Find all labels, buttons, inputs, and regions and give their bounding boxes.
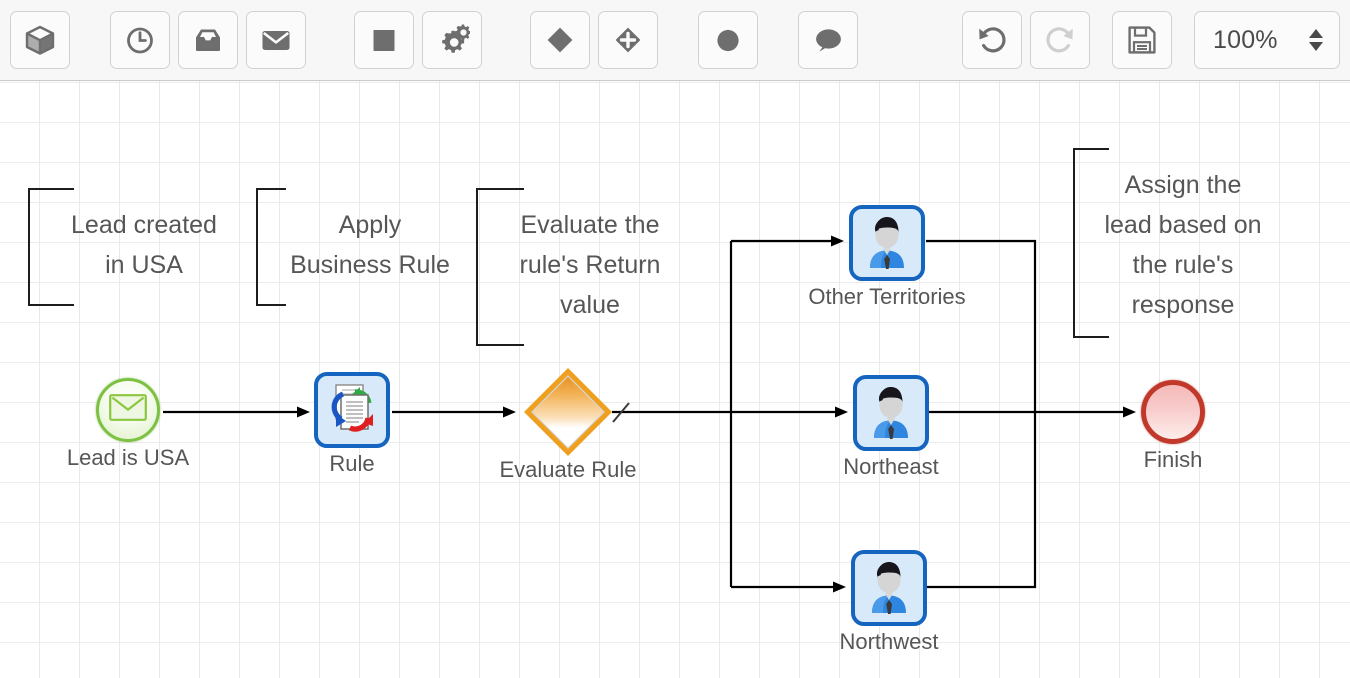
undo-button[interactable]: [962, 11, 1022, 69]
gateway-button[interactable]: [530, 11, 590, 69]
diamond-icon: [543, 23, 577, 57]
annotation-text: Lead created in USA: [71, 211, 217, 279]
node-label: Other Territories: [808, 284, 966, 309]
terminate-button[interactable]: [354, 11, 414, 69]
triangle-up-icon[interactable]: [1309, 29, 1323, 38]
inbox-icon: [191, 23, 225, 57]
diamond-plus-icon: [611, 23, 645, 57]
node-task-northeast[interactable]: Northeast: [794, 375, 988, 480]
person-icon: [861, 381, 921, 446]
envelope-icon: [259, 23, 293, 57]
annotation-text: Apply Business Rule: [290, 211, 450, 279]
annotation-button[interactable]: [798, 11, 858, 69]
node-label: Evaluate Rule: [499, 457, 637, 482]
undo-icon: [975, 23, 1009, 57]
save-button[interactable]: [1112, 11, 1172, 69]
toolbar-group-shapes: [10, 11, 70, 69]
toolbar-group-save: [1112, 11, 1172, 69]
envelope-icon: [109, 394, 147, 426]
toolbar-group-tasks: [354, 11, 482, 69]
user-task-shape[interactable]: [849, 205, 925, 281]
gears-icon: [434, 23, 470, 57]
zoom-control[interactable]: 100%: [1194, 11, 1340, 69]
circle-icon: [711, 23, 745, 57]
toolbar-group-end: [698, 11, 758, 69]
person-icon: [857, 211, 917, 276]
node-task-northwest[interactable]: Northwest: [792, 550, 986, 655]
speech-bubble-icon: [811, 23, 845, 57]
annotation-evaluate-return-value[interactable]: Evaluate the rule's Return value: [476, 188, 674, 346]
message-start-event-shape[interactable]: [96, 378, 160, 442]
triangle-down-icon[interactable]: [1309, 42, 1323, 51]
node-end-finish[interactable]: Finish: [1109, 380, 1237, 473]
zoom-stepper[interactable]: [1309, 29, 1323, 51]
annotation-lead-created[interactable]: Lead created in USA: [28, 188, 234, 306]
annotation-apply-business-rule[interactable]: Apply Business Rule: [256, 188, 456, 306]
diagram-canvas[interactable]: Lead created in USA Apply Business Rule …: [0, 81, 1350, 678]
square-icon: [367, 23, 401, 57]
person-icon: [859, 556, 919, 621]
node-label: Lead is USA: [66, 445, 190, 470]
redo-button[interactable]: [1030, 11, 1090, 69]
node-label: Finish: [1143, 447, 1203, 472]
timer-event-button[interactable]: [110, 11, 170, 69]
documents-sync-icon: [322, 378, 382, 443]
clock-icon: [123, 23, 157, 57]
redo-icon: [1043, 23, 1077, 57]
zoom-level-value: 100%: [1213, 25, 1278, 54]
toolbar: 100%: [0, 0, 1350, 81]
node-label: Northwest: [839, 629, 939, 654]
node-label: Rule: [329, 451, 375, 476]
node-task-rule[interactable]: Rule: [276, 372, 428, 477]
floppy-disk-icon: [1126, 24, 1158, 56]
node-gateway-evaluate-rule[interactable]: Evaluate Rule: [476, 366, 660, 483]
annotation-text: Assign the lead based on the rule's resp…: [1104, 171, 1262, 319]
diagram-editor: 100% Lead created in USA Apply Business …: [0, 0, 1350, 678]
receive-task-button[interactable]: [178, 11, 238, 69]
toolbar-group-events: [110, 11, 306, 69]
end-event-shape[interactable]: [1141, 380, 1205, 444]
parallel-gateway-button[interactable]: [598, 11, 658, 69]
business-rule-button[interactable]: [422, 11, 482, 69]
node-task-other-territories[interactable]: Other Territories: [790, 205, 984, 310]
annotation-text: Evaluate the rule's Return value: [519, 211, 661, 319]
annotation-assign-lead[interactable]: Assign the lead based on the rule's resp…: [1073, 148, 1281, 338]
node-start-lead-is-usa[interactable]: Lead is USA: [64, 378, 192, 471]
end-event-button[interactable]: [698, 11, 758, 69]
toolbar-group-history: [962, 11, 1090, 69]
node-label: Northeast: [843, 454, 939, 479]
user-task-shape[interactable]: [851, 550, 927, 626]
cube-icon: [23, 23, 57, 57]
shape-palette-button[interactable]: [10, 11, 70, 69]
toolbar-group-gateways: [530, 11, 658, 69]
toolbar-group-annotation: [798, 11, 858, 69]
user-task-shape[interactable]: [853, 375, 929, 451]
message-event-button[interactable]: [246, 11, 306, 69]
business-rule-task-shape[interactable]: [314, 372, 390, 448]
exclusive-gateway-shape[interactable]: [522, 366, 614, 458]
